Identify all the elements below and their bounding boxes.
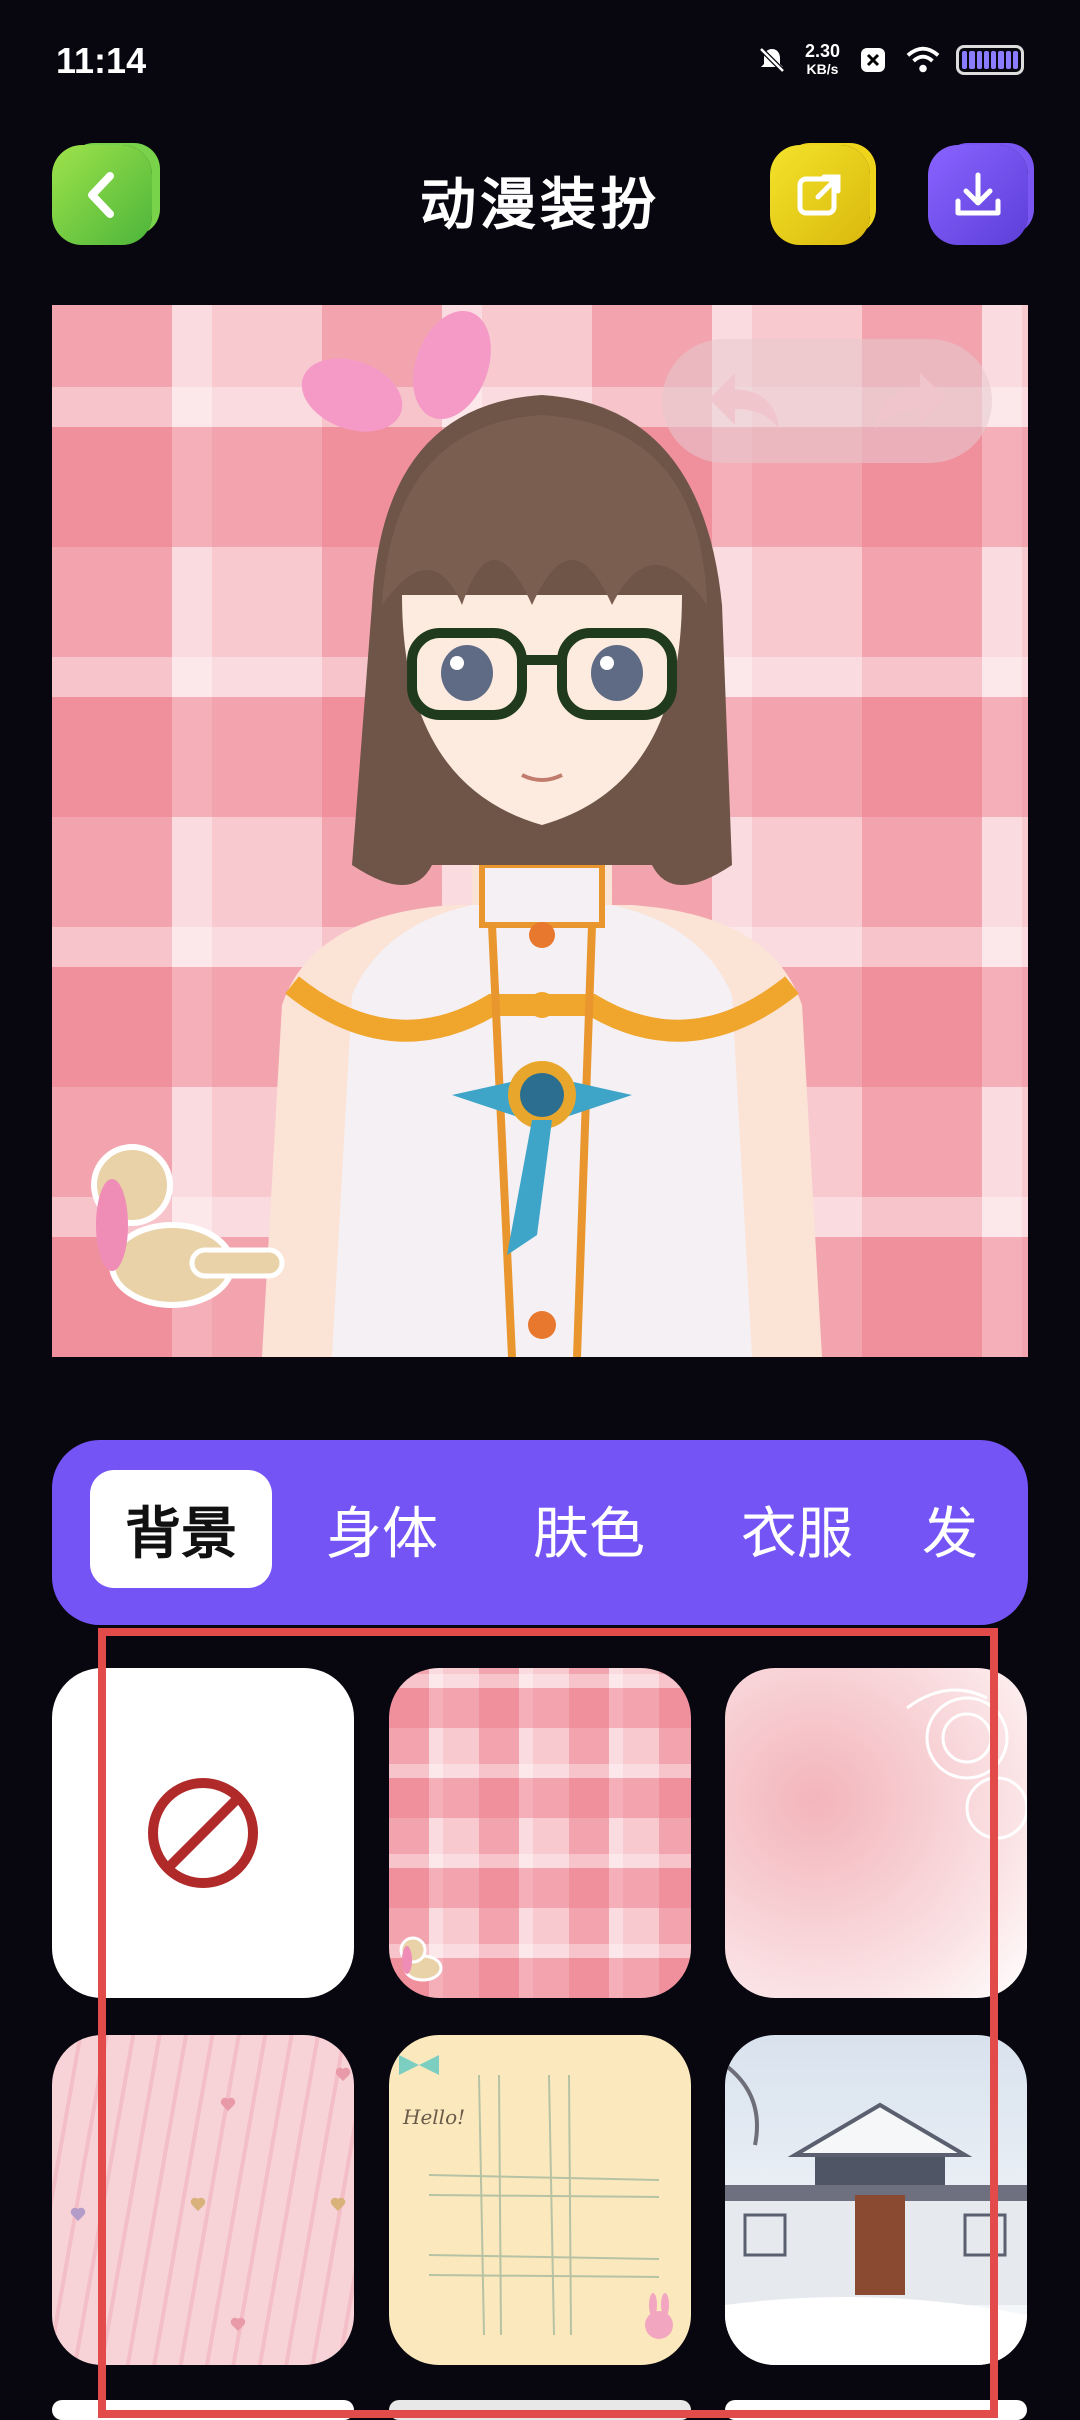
tab-clothes[interactable]: 衣服 (712, 1470, 882, 1588)
undo-redo-panel (662, 339, 992, 463)
net-speed: 2.30 KB/s (805, 42, 840, 78)
status-icons: 2.30 KB/s (755, 42, 1024, 78)
net-speed-unit: KB/s (806, 61, 839, 77)
bell-muted-icon (755, 43, 789, 77)
page-title: 动漫装扮 (420, 173, 660, 238)
wifi-icon (906, 43, 940, 77)
category-tab-bar: 背景 身体 肤色 衣服 发 (52, 1440, 1028, 1625)
download-button[interactable] (928, 145, 1028, 245)
tab-hair[interactable]: 发 (922, 1470, 1028, 1588)
bunny-doll-icon (91, 1144, 285, 1308)
redo-button[interactable] (860, 351, 960, 451)
tab-skin-color[interactable]: 肤色 (504, 1470, 674, 1588)
selection-highlight-frame (98, 1628, 998, 2418)
tab-body[interactable]: 身体 (297, 1470, 467, 1588)
avatar-preview-canvas[interactable] (52, 305, 1028, 1357)
tab-background[interactable]: 背景 (90, 1470, 272, 1588)
net-speed-value: 2.30 (804, 41, 840, 61)
status-time: 11:14 (56, 40, 147, 81)
undo-arrow-icon (708, 373, 779, 429)
redo-arrow-icon (875, 373, 946, 429)
battery-icon (956, 45, 1024, 75)
download-icon (955, 172, 1001, 216)
x-app-icon (856, 43, 890, 77)
share-external-icon (797, 174, 841, 216)
undo-button[interactable] (695, 351, 795, 451)
share-button[interactable] (770, 145, 870, 245)
